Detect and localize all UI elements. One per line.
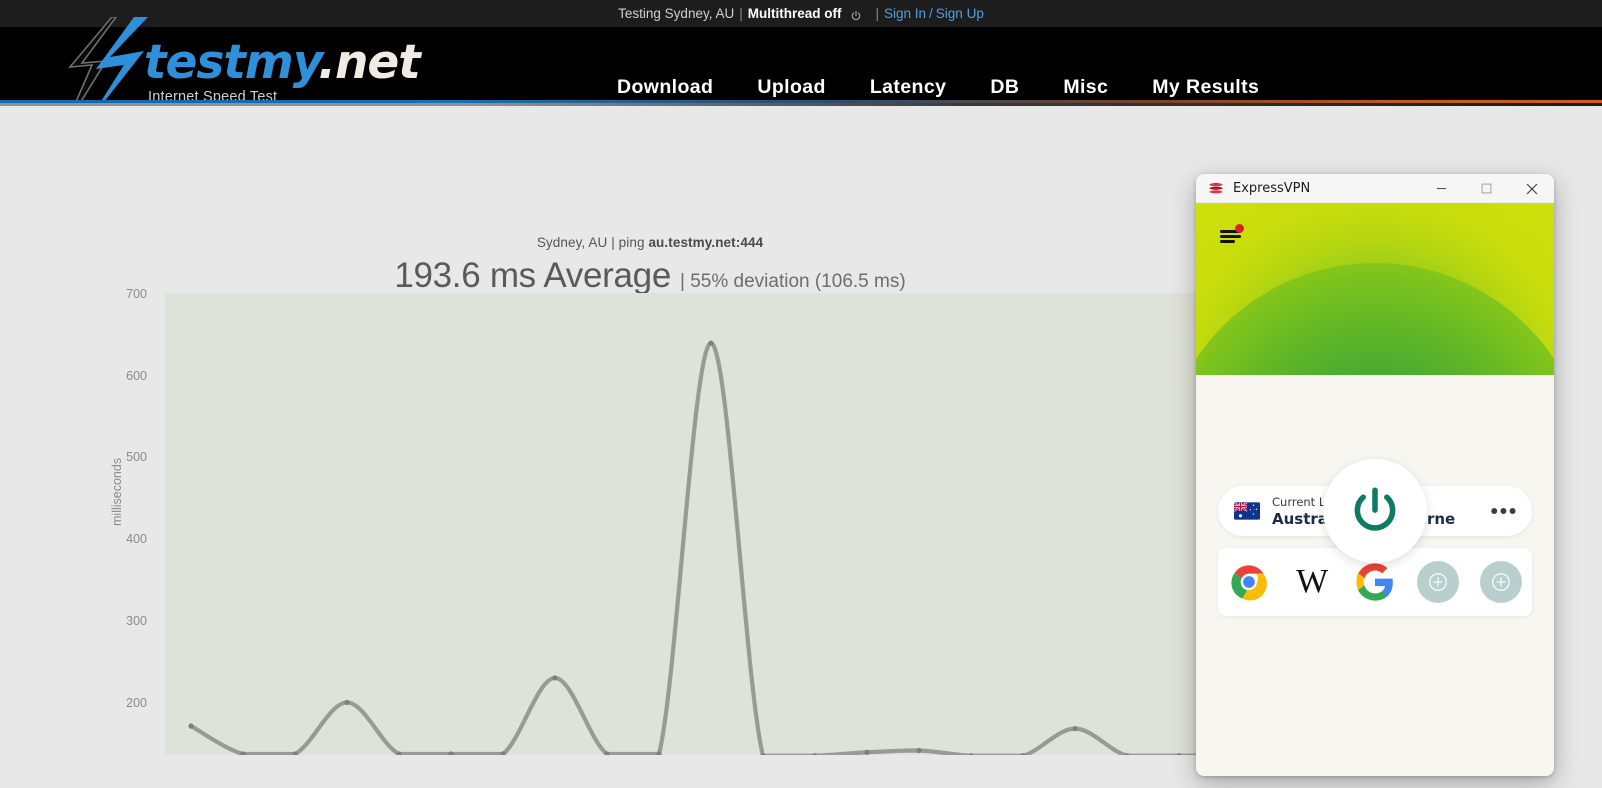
logo-name-primary: testmy xyxy=(144,35,319,90)
nav-item-misc[interactable]: Misc xyxy=(1041,76,1130,99)
site-header: testmy.net Internet Speed Test Download … xyxy=(0,17,1602,129)
topbar-separator-1: | xyxy=(739,6,743,21)
multithread-status: Multithread off xyxy=(747,6,842,21)
logo-name-suffix: .net xyxy=(318,35,421,90)
data-point[interactable] xyxy=(968,753,974,755)
data-point[interactable] xyxy=(552,675,558,681)
close-icon[interactable] xyxy=(1509,174,1554,203)
power-icon[interactable] xyxy=(850,10,862,22)
vpn-hero-background xyxy=(1196,203,1554,375)
chart-average-title: 193.6 ms Average xyxy=(394,256,671,295)
data-point[interactable] xyxy=(1072,726,1078,732)
add-shortcut-icon[interactable] xyxy=(1416,561,1459,603)
data-point[interactable] xyxy=(344,699,350,706)
nav-item-download[interactable]: Download xyxy=(595,76,735,99)
chart-deviation-text: | 55% deviation (106.5 ms) xyxy=(680,271,906,292)
chart-subtitle: Sydney, AU | ping au.testmy.net:444 xyxy=(0,235,1300,250)
y-tick-700: 700 xyxy=(126,287,147,301)
data-point[interactable] xyxy=(812,753,818,755)
expressvpn-window[interactable]: ExpressVPN Current Location Australia ••… xyxy=(1196,174,1554,776)
vpn-power-button[interactable] xyxy=(1323,459,1427,563)
maximize-icon[interactable] xyxy=(1464,174,1509,203)
chrome-icon[interactable] xyxy=(1228,561,1270,603)
chart-subtitle-host: au.testmy.net:444 xyxy=(648,235,764,250)
y-tick-300: 300 xyxy=(126,614,147,628)
nav-item-my-results[interactable]: My Results xyxy=(1130,76,1281,99)
y-tick-600: 600 xyxy=(126,369,147,383)
wikipedia-icon[interactable]: W xyxy=(1291,561,1333,603)
hamburger-menu-icon[interactable] xyxy=(1220,224,1244,245)
data-point[interactable] xyxy=(864,749,870,755)
data-point[interactable] xyxy=(916,747,922,754)
data-point[interactable] xyxy=(188,723,194,729)
testing-location-text: Testing Sydney, AU xyxy=(618,6,735,21)
nav-item-latency[interactable]: Latency xyxy=(848,76,969,99)
data-point[interactable] xyxy=(1176,753,1182,755)
chart-header: Sydney, AU | ping au.testmy.net:444 193.… xyxy=(0,235,1300,296)
vpn-title-bar[interactable]: ExpressVPN xyxy=(1196,174,1554,203)
sign-in-link[interactable]: Sign In xyxy=(884,6,926,21)
y-tick-500: 500 xyxy=(126,450,147,464)
chart-title-row: 193.6 ms Average | 55% deviation (106.5 … xyxy=(0,256,1300,296)
google-icon[interactable] xyxy=(1354,561,1396,603)
data-point[interactable] xyxy=(708,340,714,346)
y-axis-label: milliseconds xyxy=(110,457,124,526)
y-tick-200: 200 xyxy=(126,696,147,710)
add-shortcut-icon[interactable] xyxy=(1479,561,1522,603)
screen-root: Testing Sydney, AU | Multithread off | S… xyxy=(0,0,1602,788)
chart-subtitle-location: Sydney, AU | ping xyxy=(536,235,649,250)
vpn-hero-arc xyxy=(1196,263,1554,375)
notification-badge xyxy=(1235,224,1244,233)
minimize-icon[interactable] xyxy=(1419,174,1464,203)
vpn-window-title: ExpressVPN xyxy=(1233,180,1311,196)
hamburger-bar xyxy=(1220,235,1241,238)
vpn-location-more-button[interactable]: ••• xyxy=(1490,500,1518,522)
power-icon xyxy=(1354,487,1396,531)
topbar-slash: / xyxy=(929,6,933,21)
main-nav: Download Upload Latency DB Misc My Resul… xyxy=(595,76,1281,99)
logo-wordmark: testmy.net xyxy=(144,39,421,86)
nav-item-db[interactable]: DB xyxy=(968,76,1041,99)
nav-item-upload[interactable]: Upload xyxy=(735,76,847,99)
chart-y-axis: 700 600 500 400 300 200 milliseconds xyxy=(0,106,165,710)
sign-up-link[interactable]: Sign Up xyxy=(936,6,984,21)
y-tick-400: 400 xyxy=(126,532,147,546)
australia-flag-icon xyxy=(1234,502,1260,520)
topbar-separator-2: | xyxy=(875,6,879,21)
expressvpn-logo-icon xyxy=(1209,182,1223,194)
window-controls xyxy=(1419,174,1554,203)
hamburger-bar xyxy=(1220,240,1235,243)
wikipedia-letter: W xyxy=(1296,563,1329,600)
